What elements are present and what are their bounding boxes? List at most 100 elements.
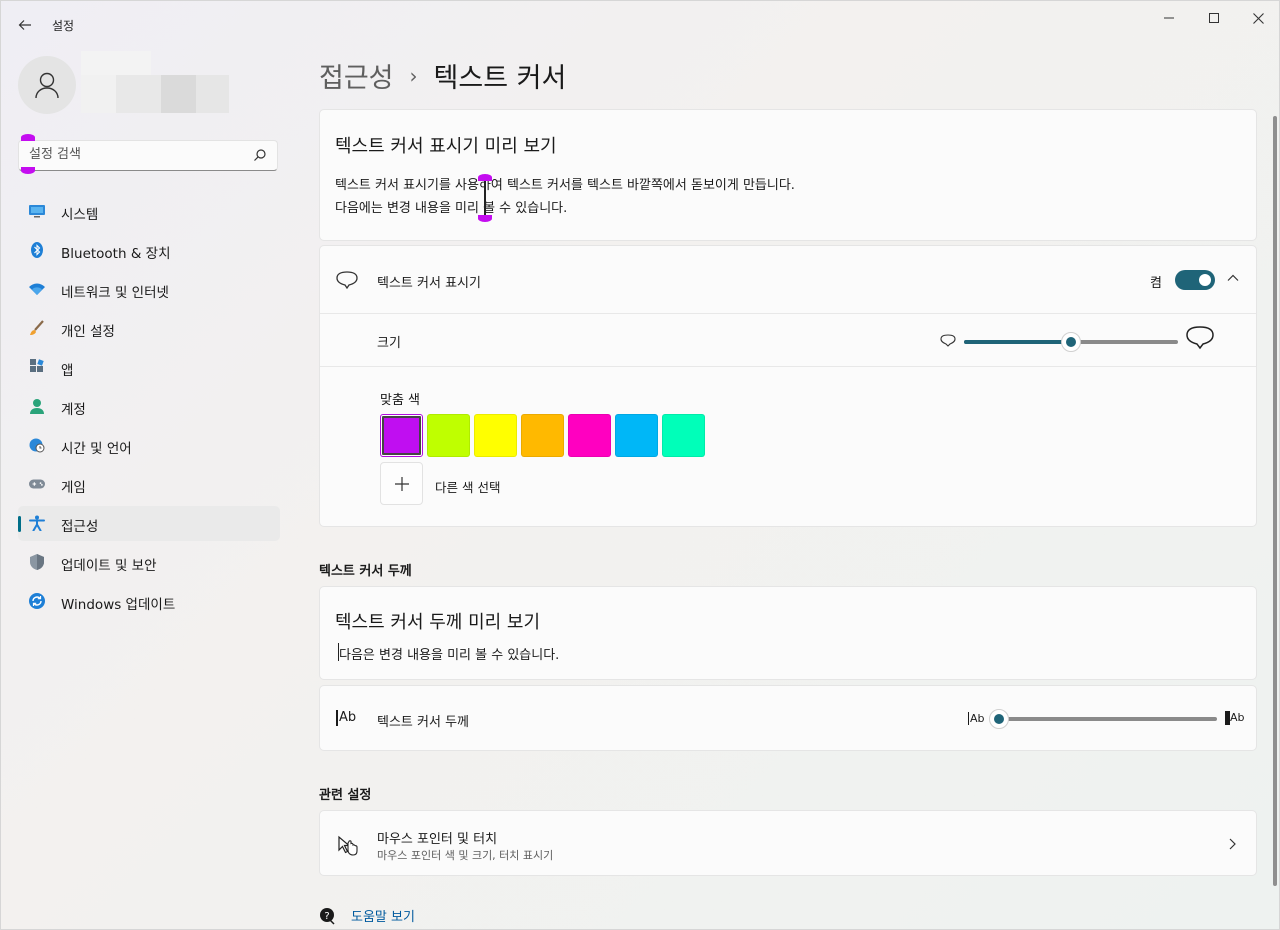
thick-cursor-icon: Ab	[1225, 711, 1245, 725]
page-title: 텍스트 커서	[433, 63, 567, 94]
thickness-preview-desc: 다음은 변경 내용을 미리 볼 수 있습니다.	[339, 648, 560, 663]
breadcrumb-parent[interactable]: 접근성	[319, 56, 394, 95]
sidebar-item-label: 접근성	[61, 519, 99, 535]
size-row: 크기	[320, 314, 1256, 367]
sidebar-item-label: 시스템	[61, 207, 99, 223]
person-icon	[35, 72, 59, 99]
custom-colors-label: 맞춤 색	[380, 393, 421, 408]
chevron-up-icon[interactable]	[1225, 270, 1241, 286]
scrollbar[interactable]	[1273, 116, 1277, 886]
thin-cursor-icon: Ab	[968, 712, 985, 725]
thickness-label: 텍스트 커서 두께	[377, 715, 469, 730]
size-label: 크기	[377, 336, 401, 351]
sidebar-item-label: Bluetooth & 장치	[61, 246, 171, 262]
mouse-pointer-touch-link[interactable]: 마우스 포인터 및 터치 마우스 포인터 색 및 크기, 터치 표시기	[319, 810, 1257, 876]
app-title: 설정	[52, 19, 75, 33]
color-swatches	[380, 414, 709, 457]
help-label: 도움말 보기	[351, 910, 415, 925]
cursor-indicator-preview-card: 텍스트 커서 표시기 미리 보기 텍스트 커서 표시기를 사용하여 텍스트 커서…	[319, 109, 1257, 241]
wifi-icon	[29, 281, 45, 297]
add-color-label: 다른 색 선택	[435, 480, 501, 495]
account-icon	[29, 398, 45, 414]
minimize-icon	[1164, 17, 1174, 19]
color-swatch[interactable]	[568, 414, 611, 457]
add-color-button[interactable]	[380, 462, 423, 505]
sidebar-item-label: 앱	[61, 363, 74, 379]
maximize-icon	[1209, 13, 1219, 23]
sidebar-item-windows-update[interactable]: Windows 업데이트	[18, 584, 280, 619]
thickness-setting-card: Ab 텍스트 커서 두께 Ab Ab	[319, 685, 1257, 751]
search-box[interactable]	[18, 140, 278, 171]
cursor-indicator-row[interactable]: 텍스트 커서 표시기 켬	[320, 246, 1256, 314]
title-bar: 설정	[1, 1, 1280, 47]
mouse-pointer-title: 마우스 포인터 및 터치	[377, 832, 498, 847]
thickness-preview-title: 텍스트 커서 두께 미리 보기	[335, 612, 541, 633]
color-swatch[interactable]	[662, 414, 705, 457]
close-button[interactable]	[1235, 7, 1280, 29]
settings-window: 설정 시스템 Bluetooth & 장치 네트워크 및 인터넷	[0, 0, 1280, 930]
avatar[interactable]	[18, 56, 76, 114]
cursor-indicator-settings-card: 텍스트 커서 표시기 켬 크기 맞춤 색 다른 색 선택	[319, 245, 1257, 527]
color-swatch[interactable]	[380, 414, 423, 457]
sidebar-item-accessibility[interactable]: 접근성	[18, 506, 280, 541]
sidebar-item-apps[interactable]: 앱	[18, 350, 280, 385]
sidebar-item-personalization[interactable]: 개인 설정	[18, 311, 280, 346]
thickness-slider[interactable]	[989, 709, 1217, 729]
maximize-button[interactable]	[1191, 7, 1237, 29]
plus-icon	[394, 476, 409, 491]
cursor-indicator-toggle[interactable]	[1175, 270, 1215, 290]
text-cursor-thickness-icon: Ab	[336, 710, 356, 726]
sidebar-item-label: 시간 및 언어	[61, 441, 132, 457]
sidebar-item-label: Windows 업데이트	[61, 597, 176, 613]
close-icon	[1252, 12, 1264, 24]
back-button[interactable]	[13, 13, 37, 37]
sidebar-item-update-security[interactable]: 업데이트 및 보안	[18, 545, 280, 580]
sidebar-item-time-language[interactable]: 시간 및 언어	[18, 428, 280, 463]
gamepad-icon	[29, 476, 45, 492]
sidebar-item-gaming[interactable]: 게임	[18, 467, 280, 502]
bluetooth-icon	[29, 242, 45, 258]
sidebar-nav: 시스템 Bluetooth & 장치 네트워크 및 인터넷 개인 설정 앱 계정…	[18, 194, 280, 623]
search-input[interactable]	[29, 147, 249, 162]
user-name-redacted	[81, 51, 151, 77]
sidebar-item-bluetooth[interactable]: Bluetooth & 장치	[18, 233, 280, 268]
sidebar-item-label: 개인 설정	[61, 324, 115, 340]
color-swatch[interactable]	[474, 414, 517, 457]
apps-icon	[29, 359, 45, 375]
help-icon: ?	[320, 907, 335, 925]
sidebar-item-label: 업데이트 및 보안	[61, 558, 157, 574]
globe-clock-icon	[29, 437, 45, 453]
size-slider[interactable]	[964, 332, 1178, 352]
help-link[interactable]: ? 도움말 보기	[319, 906, 415, 925]
chevron-right-icon	[1229, 838, 1236, 850]
minimize-button[interactable]	[1146, 7, 1192, 29]
svg-text:?: ?	[324, 911, 329, 922]
sidebar-item-network[interactable]: 네트워크 및 인터넷	[18, 272, 280, 307]
related-settings-title: 관련 설정	[319, 788, 372, 803]
size-slider-thumb[interactable]	[1061, 332, 1081, 352]
large-indicator-icon	[1186, 326, 1214, 350]
search-icon[interactable]	[253, 148, 267, 162]
sidebar-item-label: 네트워크 및 인터넷	[61, 285, 169, 301]
breadcrumb: 접근성 › 텍스트 커서	[319, 56, 566, 95]
toggle-state-label: 켬	[1150, 276, 1162, 291]
cursor-indicator-top	[21, 134, 35, 141]
small-indicator-icon	[940, 334, 956, 347]
sidebar-item-system[interactable]: 시스템	[18, 194, 280, 229]
sidebar-item-label: 계정	[61, 402, 86, 418]
color-swatch[interactable]	[615, 414, 658, 457]
cursor-indicator-label: 텍스트 커서 표시기	[377, 276, 481, 291]
preview-description: 텍스트 커서 표시기를 사용하여 텍스트 커서를 텍스트 바깥쪽에서 돋보이게 …	[335, 178, 795, 216]
accessibility-icon	[29, 515, 45, 531]
color-swatch[interactable]	[427, 414, 470, 457]
thickness-slider-thumb[interactable]	[989, 709, 1009, 729]
sidebar-item-accounts[interactable]: 계정	[18, 389, 280, 424]
cursor-indicator-bottom	[21, 167, 35, 174]
color-swatch[interactable]	[521, 414, 564, 457]
thickness-preview-card: 텍스트 커서 두께 미리 보기 다음은 변경 내용을 미리 볼 수 있습니다.	[319, 586, 1257, 680]
update-icon	[29, 593, 45, 609]
breadcrumb-separator: ›	[409, 63, 418, 88]
user-email-redacted	[81, 75, 229, 113]
brush-icon	[29, 320, 45, 336]
shield-icon	[29, 554, 45, 570]
